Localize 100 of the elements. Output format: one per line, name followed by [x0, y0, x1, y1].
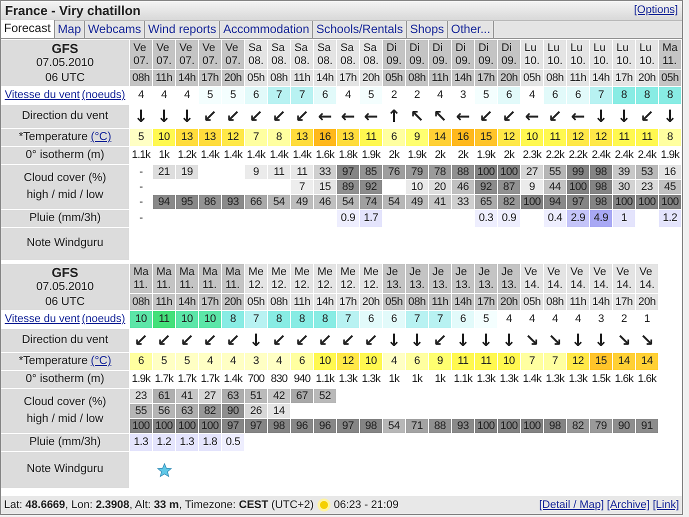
table-cell: 7	[544, 353, 566, 370]
table-cell: 41	[176, 389, 198, 403]
table-cell: 93	[222, 195, 244, 209]
unit-link[interactable]: (°C)	[90, 352, 112, 370]
wind-arrow: ↙	[500, 106, 518, 128]
day-header: Di 09.	[475, 40, 497, 69]
table-cell: 1	[613, 210, 635, 227]
table-cell-text: 940	[292, 372, 312, 388]
row-label: *Temperature	[18, 354, 88, 369]
table-cell: 15	[314, 180, 336, 194]
table-cell-text: 1.3k	[338, 372, 359, 388]
table-cell: 95	[176, 195, 198, 209]
model-name: GFS	[52, 264, 78, 280]
day-header: Je 13.	[406, 264, 428, 293]
sun-icon	[316, 498, 331, 512]
wind-arrow: ↙	[316, 330, 334, 352]
footer-link[interactable]: [Detail / Map]	[539, 498, 604, 512]
row-label: *Temperature	[18, 130, 88, 145]
unit-link[interactable]: (noeuds)	[82, 311, 126, 328]
tab[interactable]: Accommodation	[220, 21, 314, 38]
hour-header: 08h	[130, 70, 152, 86]
table-cell-text: 1.4k	[246, 148, 267, 164]
table-cell-text: 1.3k	[476, 372, 497, 388]
table-cell: 5	[222, 87, 244, 104]
table-cell: 100	[475, 419, 497, 433]
wind-arrow: ↙	[362, 330, 380, 352]
hour-header: 05h	[659, 70, 681, 86]
table-cell: 6	[360, 311, 382, 328]
wind-arrow: ↖	[408, 106, 426, 128]
table-cell: 6	[245, 87, 267, 104]
table-cell: 49	[406, 195, 428, 209]
table-cell: 7	[406, 311, 428, 328]
table-cell: 8	[659, 87, 681, 104]
table-cell: 97	[222, 419, 244, 433]
row-label: high / mid / low	[26, 412, 104, 427]
wind-arrow: ←	[362, 106, 380, 128]
wind-arrow: ↘	[546, 330, 564, 352]
wind-speed-link[interactable]: Vitesse du vent	[4, 87, 80, 104]
table-cell: 55	[544, 165, 566, 179]
table-cell: 42	[268, 389, 290, 403]
table-cell: 7	[291, 87, 313, 104]
table-cell: 76	[383, 165, 405, 179]
table-cell-text: 1k	[158, 148, 171, 164]
footer-link[interactable]: [Link]	[652, 498, 679, 512]
table-cell-text: 1.2k	[176, 148, 198, 164]
hour-header: 20h	[222, 294, 244, 310]
footer-link[interactable]: [Archive]	[606, 498, 650, 512]
hour-header: 14h	[452, 294, 474, 310]
table-cell: 14	[636, 353, 658, 370]
table-cell-text: 1k	[410, 372, 424, 388]
tab[interactable]: Forecast	[1, 20, 55, 38]
table-cell: 1.2	[659, 210, 681, 227]
table-cell: 6	[498, 87, 520, 104]
table-cell: 12	[337, 353, 359, 370]
table-cell: 9	[429, 353, 451, 370]
table-cell: 30	[613, 180, 635, 194]
day-header: Sa 08.	[291, 40, 313, 69]
day-header: Ma 11.	[130, 264, 152, 293]
hour-header: 17h	[199, 70, 221, 86]
table-cell: 63	[176, 404, 198, 418]
table-cell: 6	[544, 87, 566, 104]
day-header: Ve 07.	[130, 40, 152, 69]
wind-arrow: ↓	[408, 330, 426, 352]
table-cell: 98	[590, 180, 612, 194]
unit-link[interactable]: (°C)	[90, 128, 112, 146]
day-header: Je 13.	[452, 264, 474, 293]
wind-arrow: ←	[316, 106, 334, 128]
table-cell: 67	[291, 389, 313, 403]
table-cell: 100	[176, 419, 198, 433]
table-cell: 13	[337, 129, 359, 146]
unit-link[interactable]: (noeuds)	[82, 87, 126, 104]
wind-arrow: ↙	[546, 106, 564, 128]
tab[interactable]: Webcams	[85, 21, 146, 38]
hour-header: 11h	[291, 70, 313, 86]
table-cell: 15	[590, 353, 612, 370]
tab[interactable]: Wind reports	[145, 21, 220, 38]
day-header: Ma 11.	[659, 40, 681, 69]
table-cell: 98	[544, 419, 566, 433]
wind-arrow: ↓	[156, 106, 172, 128]
options-link[interactable]: [Options]	[634, 2, 678, 19]
wind-arrow: ↙	[638, 106, 656, 128]
table-cell: 5	[176, 353, 198, 370]
table-cell: 15	[475, 129, 497, 146]
table-cell: 100	[613, 195, 635, 209]
day-header: Je 13.	[475, 264, 497, 293]
wind-arrow: ↙	[478, 106, 494, 128]
table-cell: 82	[199, 404, 221, 418]
table-cell: 27	[199, 389, 221, 403]
hour-header: 17h	[199, 294, 221, 310]
table-cell: 3	[245, 353, 267, 370]
wind-arrow: ↙	[270, 106, 288, 128]
hour-header: 11h	[567, 294, 589, 310]
row-label: Note Windguru	[1, 228, 129, 260]
table-cell-text: 1.3k	[360, 372, 382, 388]
wind-arrow: ↙	[224, 106, 242, 128]
run-date: 07.05.2010	[36, 280, 94, 294]
table-cell: 10	[406, 180, 428, 194]
table-cell-text: 1.7k	[176, 372, 198, 388]
table-cell: 91	[636, 419, 658, 433]
wind-speed-link[interactable]: Vitesse du vent	[4, 311, 80, 328]
